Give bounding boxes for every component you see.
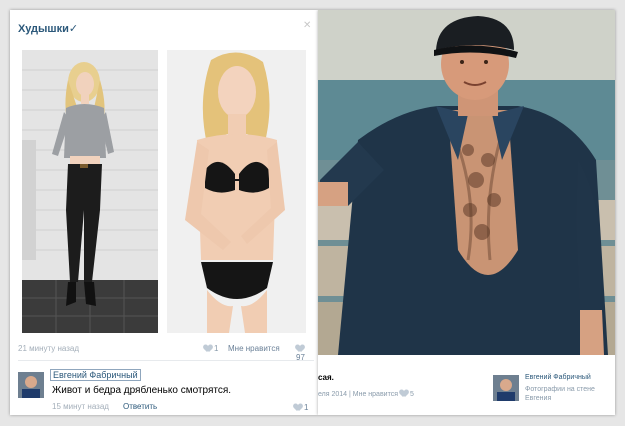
- share-icon: [204, 345, 212, 352]
- avatar[interactable]: [18, 372, 44, 398]
- verified-icon: ✓: [68, 23, 79, 35]
- user-avatar-icon: [18, 372, 44, 398]
- heart-icon: [400, 390, 408, 397]
- viewed-photo[interactable]: [318, 10, 615, 355]
- comment-like-button[interactable]: 1: [294, 403, 308, 412]
- group-title[interactable]: Худышки✓: [18, 22, 78, 35]
- comments-divider: [18, 360, 314, 361]
- comment-time[interactable]: 15 минут назад: [52, 402, 109, 411]
- man-photo-illustration: [318, 10, 615, 355]
- screenshot-frame: Худышки✓ ✕ 21 минуту назад 1 Мне нравитс…: [0, 0, 625, 426]
- model-photo-illustration: [22, 50, 158, 333]
- post-photo-1[interactable]: [22, 50, 158, 333]
- group-post-card: Худышки✓ ✕ 21 минуту назад 1 Мне нравитс…: [10, 10, 318, 415]
- post-time[interactable]: 21 минуту назад: [18, 344, 79, 353]
- share-count: 1: [214, 344, 219, 353]
- like-button-label[interactable]: Мне нравится: [228, 344, 280, 353]
- photo-like-count[interactable]: 5: [410, 391, 414, 398]
- photo-view-card: сая. еля 2014 | Мне нравится 5 Евгений Ф…: [318, 10, 615, 415]
- photo-album-link[interactable]: Фотографии на стене Евгения: [525, 385, 611, 403]
- photo-author-link[interactable]: Евгений Фабричный: [525, 374, 591, 381]
- close-icon[interactable]: ✕: [303, 20, 311, 31]
- photo-date-text[interactable]: еля 2014 | Мне нравится: [318, 391, 398, 398]
- group-title-text[interactable]: Худышки: [18, 23, 69, 35]
- comment-author-link[interactable]: Евгений Фабричный: [50, 369, 141, 381]
- user-avatar-icon: [493, 375, 519, 401]
- comment-like-count: 1: [304, 403, 309, 412]
- photo-caption: сая.: [318, 373, 334, 382]
- share-button[interactable]: 1: [204, 344, 218, 353]
- post-photo-2[interactable]: [167, 50, 306, 333]
- reply-link[interactable]: Ответить: [123, 402, 157, 411]
- photo-date-line: еля 2014 | Мне нравится 5: [318, 390, 414, 398]
- swimsuit-photo-illustration: [167, 50, 306, 333]
- heart-icon: [296, 345, 304, 352]
- heart-icon: [294, 404, 302, 411]
- comment-text: Живот и бедра дрябленько смотрятся.: [52, 385, 232, 396]
- avatar[interactable]: [493, 375, 519, 401]
